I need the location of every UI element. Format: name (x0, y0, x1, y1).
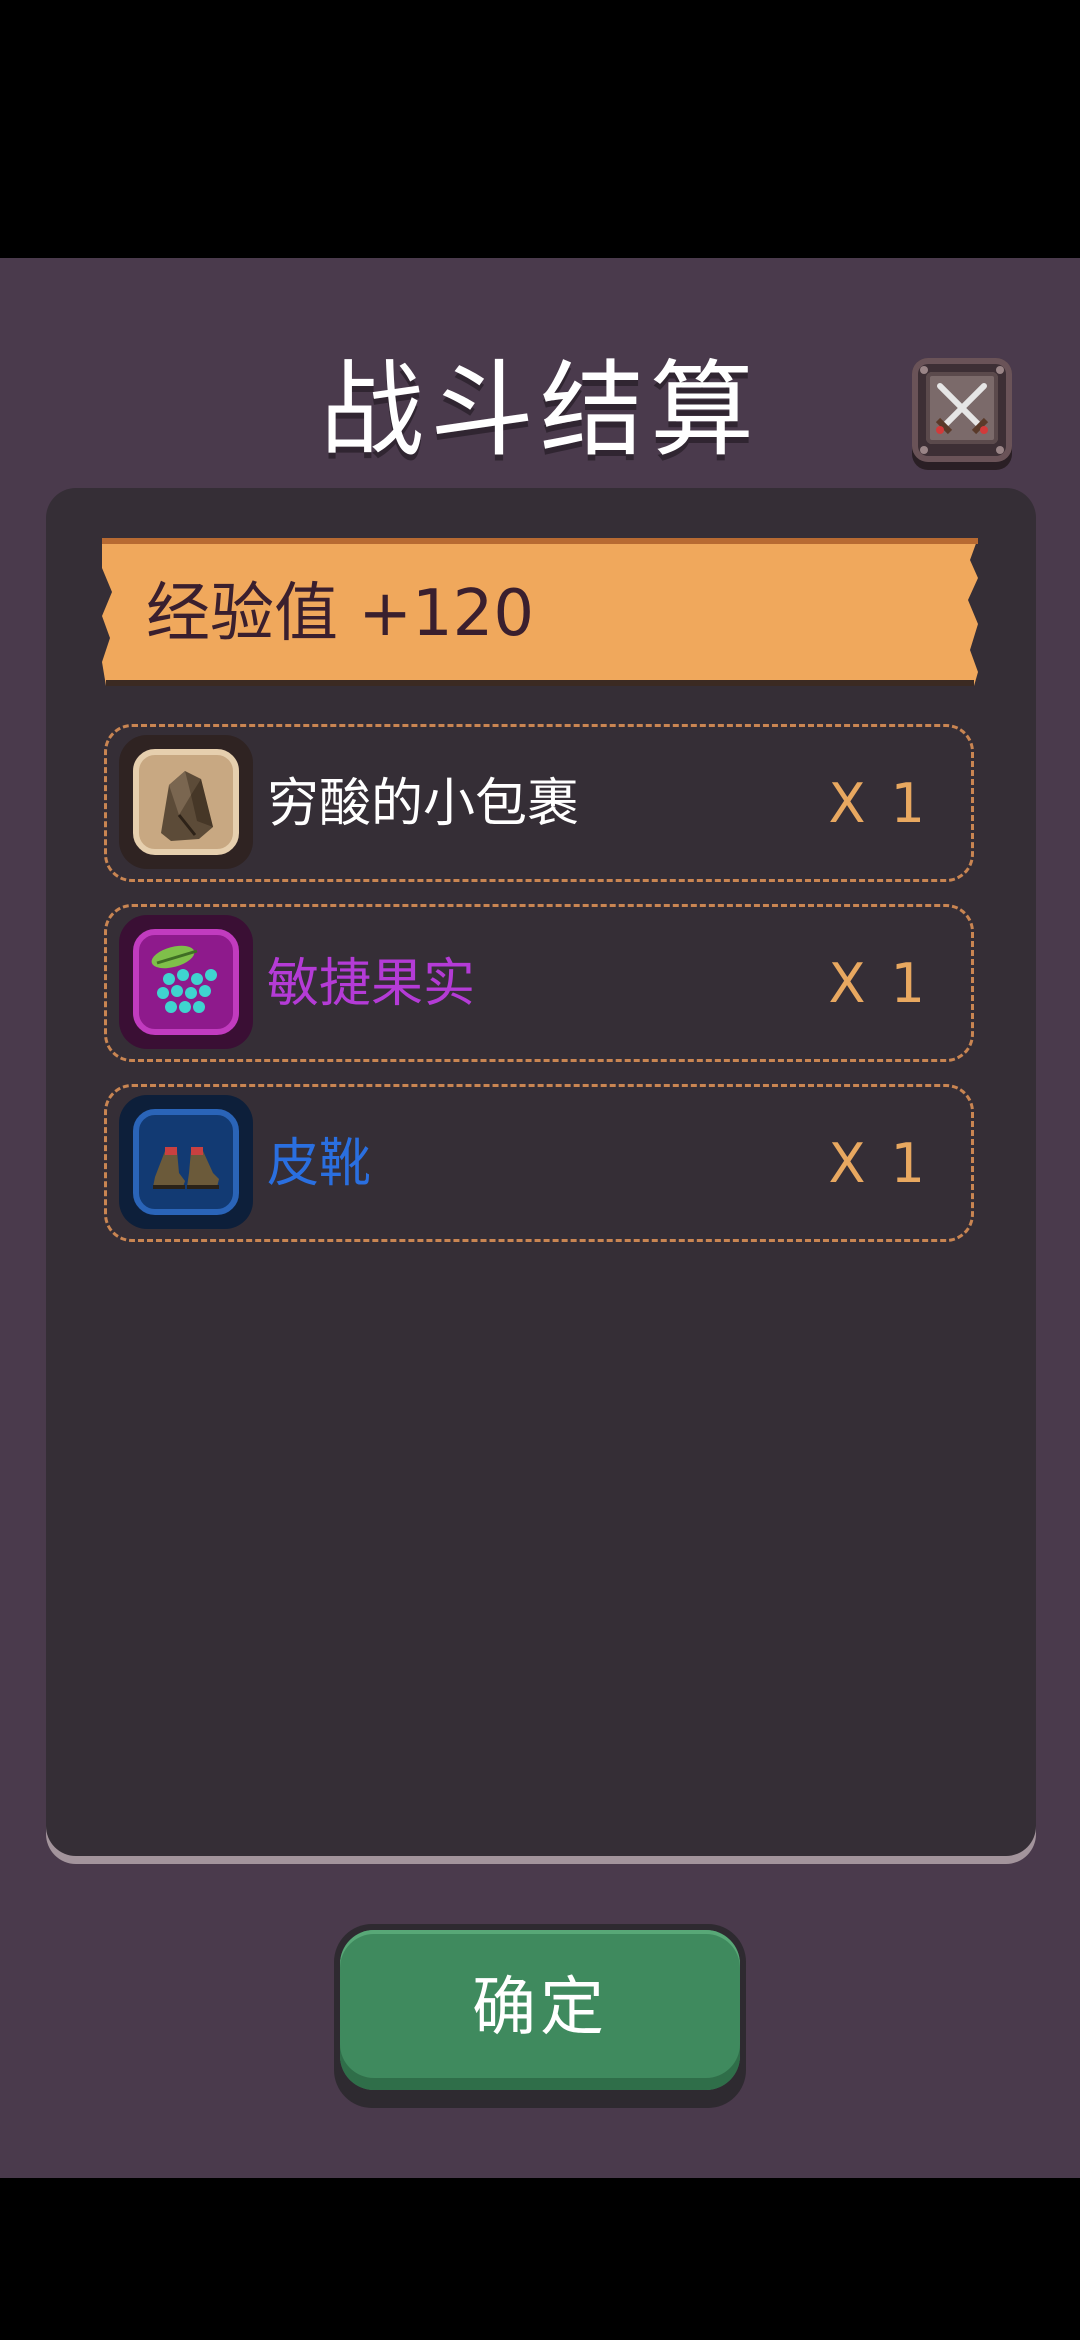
bundle-icon (161, 771, 213, 841)
berry-icon (151, 945, 217, 1013)
item-quantity: X 1 (828, 772, 929, 835)
battle-button[interactable] (912, 358, 1012, 462)
item-slot (133, 749, 239, 855)
item-frame (119, 915, 253, 1049)
boots-icon (153, 1147, 219, 1189)
item-quantity: X 1 (828, 1132, 929, 1195)
crossed-swords-icon (935, 383, 989, 435)
item-slot (133, 1109, 239, 1215)
confirm-button-face: 确定 (340, 1930, 740, 2090)
experience-label: 经验值 +120 (146, 577, 535, 651)
item-quantity: X 1 (828, 952, 929, 1015)
item-frame (119, 735, 253, 869)
rivet (996, 446, 1004, 454)
item-name: 穷酸的小包裹 (267, 774, 580, 834)
rivet (920, 446, 928, 454)
reward-item-row[interactable]: 穷酸的小包裹 X 1 (104, 724, 974, 882)
confirm-button[interactable]: 确定 (334, 1924, 746, 2108)
item-name: 皮靴 (267, 1134, 372, 1194)
confirm-button-label: 确定 (472, 1971, 608, 2045)
experience-banner: 经验值 +120 (102, 534, 978, 686)
reward-item-row[interactable]: 皮靴 X 1 (104, 1084, 974, 1242)
item-name: 敏捷果实 (267, 954, 476, 1014)
reward-item-row[interactable]: 敏捷果实 X 1 (104, 904, 974, 1062)
item-slot (133, 929, 239, 1035)
item-frame (119, 1095, 253, 1229)
